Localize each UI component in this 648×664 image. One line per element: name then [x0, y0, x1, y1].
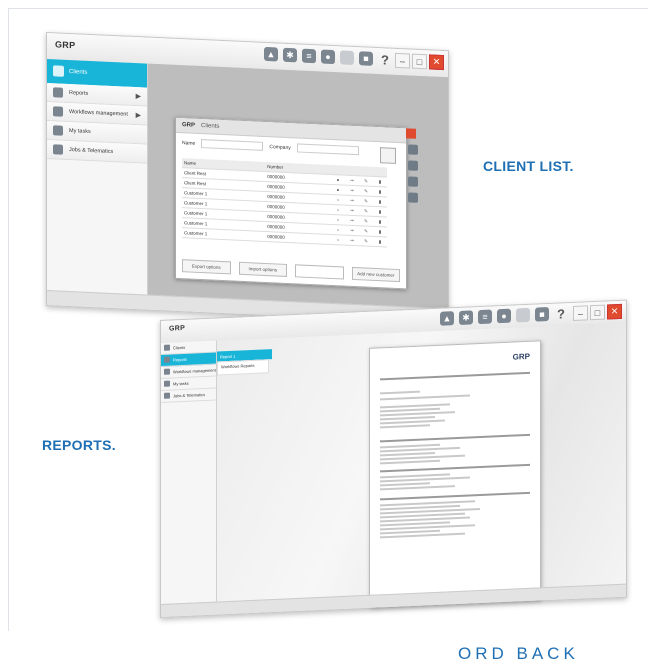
edit-icon[interactable]: ✎	[359, 195, 373, 207]
forward-icon[interactable]: ⇒	[345, 175, 359, 186]
user-icon[interactable]: ●	[497, 308, 511, 324]
delete-icon[interactable]: ▮	[373, 206, 387, 217]
clients-dialog: GRP Clients Name Company Name Number Clie…	[175, 116, 418, 290]
sidebar-item-jobs[interactable]: Jobs & Telematics	[47, 140, 147, 164]
edit-icon[interactable]: ✎	[359, 215, 373, 227]
edit-icon[interactable]: ✎	[359, 235, 373, 247]
dialog-close-button[interactable]	[406, 128, 416, 139]
dialog-title: Clients	[201, 123, 220, 130]
client-list-window: GRP ▲ ✱ ≡ ● ■ ? – □ ✕ Clients Reports ▶ W…	[46, 32, 449, 325]
toolbar-icons: ▲ ✱ ≡ ● ■ ?	[264, 46, 392, 67]
close-button[interactable]: ✕	[429, 54, 444, 71]
search-button[interactable]	[380, 147, 396, 164]
add-customer-button[interactable]: Add new customer	[351, 266, 400, 283]
delete-icon[interactable]: ▮	[373, 186, 387, 197]
name-label: Name	[182, 139, 196, 147]
delete-icon[interactable]: ▮	[373, 236, 387, 247]
bell-icon[interactable]: ▲	[264, 46, 278, 62]
info-icon[interactable]: ○	[331, 234, 345, 246]
dot-icon[interactable]	[340, 50, 354, 65]
user-icon[interactable]	[408, 160, 418, 171]
info-icon[interactable]: ○	[331, 224, 345, 236]
forward-icon[interactable]: ⇒	[345, 205, 359, 216]
print-icon[interactable]	[408, 176, 418, 187]
edit-icon[interactable]: ✎	[359, 205, 373, 217]
export-button[interactable]: Export options	[182, 259, 231, 275]
window-controls: – □ ✕	[573, 303, 622, 321]
help-icon[interactable]: ?	[554, 306, 568, 321]
dialog-buttons: Export options Import options Add new cu…	[182, 259, 400, 283]
forward-icon[interactable]: ⇒	[345, 185, 359, 196]
client-table: Name Number Client Rest 0000000 ● ⇒ ✎ ▮ Clien…	[182, 158, 387, 247]
info-icon[interactable]: ○	[331, 204, 345, 216]
info-icon[interactable]: ○	[331, 194, 345, 206]
forward-icon[interactable]: ⇒	[345, 195, 359, 206]
bell-icon[interactable]: ▲	[440, 311, 454, 326]
maximize-button[interactable]: □	[590, 304, 605, 321]
close-button[interactable]: ✕	[607, 303, 622, 320]
edit-icon[interactable]: ✎	[359, 225, 373, 237]
forward-icon[interactable]: ⇒	[345, 225, 359, 236]
forward-icon[interactable]: ⇒	[345, 235, 359, 246]
edit-icon[interactable]: ✎	[359, 185, 373, 197]
client-number: 0000000	[265, 231, 331, 245]
delete-icon[interactable]: ▮	[373, 196, 387, 207]
document-icon[interactable]	[408, 192, 418, 203]
blank-button[interactable]	[295, 264, 344, 280]
gear-icon[interactable]: ✱	[283, 47, 297, 63]
minimize-button[interactable]: –	[395, 52, 410, 69]
sidebar: Clients Reports Workflows management My …	[161, 340, 217, 605]
list-icon[interactable]: ≡	[478, 309, 492, 325]
sidebar-item-label: My tasks	[69, 128, 91, 136]
delete-icon[interactable]: ▮	[373, 176, 387, 187]
name-input[interactable]	[201, 139, 264, 151]
window-controls: – □ ✕	[395, 52, 444, 71]
document-logo: GRP	[512, 351, 530, 362]
chevron-right-icon: ▶	[135, 93, 141, 101]
delete-icon[interactable]: ▮	[373, 216, 387, 227]
forward-icon[interactable]: ⇒	[345, 215, 359, 226]
footer-heading: ORD BACK	[458, 644, 579, 663]
sidebar-item-label: Jobs & Telematics	[69, 147, 114, 156]
gear-icon[interactable]: ✱	[459, 310, 473, 325]
info-icon[interactable]: ●	[331, 174, 345, 186]
chat-icon[interactable]: ■	[359, 51, 373, 66]
dot-icon[interactable]	[516, 307, 530, 323]
app-logo: GRP	[55, 39, 76, 51]
list-icon[interactable]: ≡	[302, 48, 316, 64]
search-row: Name Company	[182, 138, 359, 156]
sidebar-item-label: Reports	[69, 90, 89, 97]
help-icon[interactable]: ?	[378, 52, 392, 67]
chevron-right-icon: ▶	[135, 112, 141, 120]
import-button[interactable]: Import options	[238, 261, 287, 277]
minimize-button[interactable]: –	[573, 305, 588, 321]
company-input[interactable]	[296, 143, 359, 156]
toolbar-icons: ▲ ✱ ≡ ● ■ ?	[440, 306, 568, 326]
sidebar-item-jobs[interactable]: Jobs & Telematics	[161, 388, 216, 403]
company-label: Company	[269, 143, 291, 151]
reports-label: REPORTS.	[42, 437, 116, 453]
report-document: GRP	[369, 340, 541, 608]
check-icon[interactable]	[408, 144, 418, 155]
user-icon[interactable]: ●	[321, 49, 335, 65]
sidebar: Clients Reports ▶ Workflows management ▶ M…	[47, 59, 148, 296]
maximize-button[interactable]: □	[412, 53, 427, 70]
info-icon[interactable]: ○	[331, 214, 345, 226]
sidebar-item-label: Workflows management	[69, 109, 128, 118]
dialog-logo: GRP	[182, 122, 196, 129]
chat-icon[interactable]: ■	[535, 307, 549, 322]
delete-icon[interactable]: ▮	[373, 226, 387, 237]
edit-icon[interactable]: ✎	[359, 175, 373, 187]
dialog-side-actions	[408, 144, 418, 203]
app-logo: GRP	[169, 324, 186, 333]
reports-window: GRP ▲ ✱ ≡ ● ■ ? – □ ✕ GRP Clients Report…	[160, 299, 627, 618]
submenu-item-workflows[interactable]: Workflows Reports	[217, 359, 269, 376]
report-viewer: GRP	[217, 322, 626, 608]
info-icon[interactable]: ●	[331, 184, 345, 196]
client-list-label: CLIENT LIST.	[483, 158, 574, 174]
